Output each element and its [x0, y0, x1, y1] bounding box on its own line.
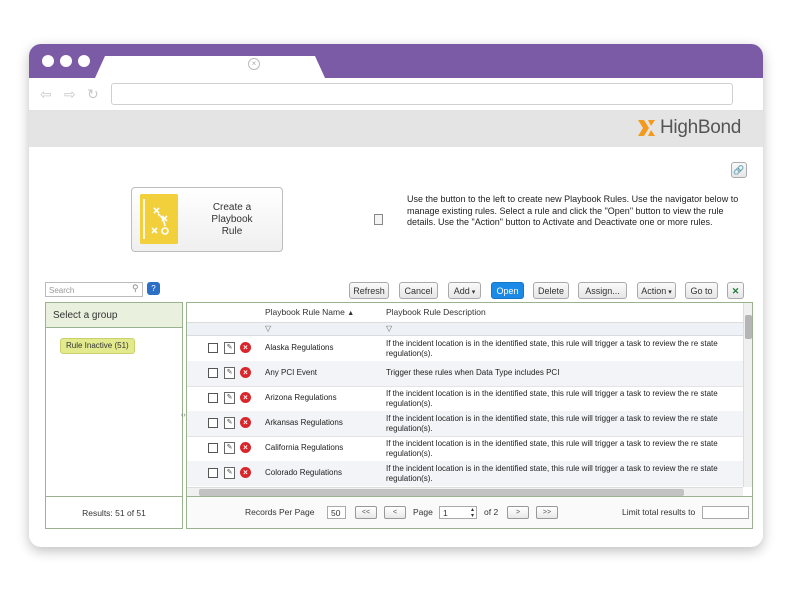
records-per-page-input[interactable]: 50 [327, 506, 346, 519]
sort-ascending-icon: ▲ [347, 310, 355, 317]
back-arrow-icon[interactable]: ⇦ [40, 86, 52, 103]
rule-description: If the incident location is in the ident… [386, 389, 718, 408]
edit-icon[interactable]: ✎ [224, 442, 235, 454]
limit-results-label: Limit total results to [622, 507, 696, 517]
browser-tab[interactable] [95, 56, 325, 78]
create-playbook-rule-button[interactable]: Create a Playbook Rule [131, 187, 283, 252]
delete-icon[interactable]: × [240, 442, 251, 453]
column-header-description[interactable]: Playbook Rule Description [386, 303, 486, 322]
row-checkbox[interactable] [208, 418, 218, 428]
rules-grid: Playbook Rule Name ▲ Playbook Rule Descr… [186, 302, 753, 529]
vertical-scroll-thumb[interactable] [745, 315, 752, 339]
rule-name: Arizona Regulations [265, 393, 337, 402]
refresh-button[interactable]: Refresh [349, 282, 389, 299]
row-checkbox[interactable] [208, 468, 218, 478]
row-checkbox[interactable] [208, 393, 218, 403]
goto-button[interactable]: Go to [685, 282, 718, 299]
rule-description: If the incident location is in the ident… [386, 439, 718, 458]
previous-page-button[interactable]: < [384, 506, 406, 519]
vertical-scrollbar[interactable] [743, 303, 752, 487]
page-count-label: of 2 [484, 507, 499, 517]
row-checkbox[interactable] [208, 368, 218, 378]
rule-name: Colorado Regulations [265, 468, 342, 477]
highbond-logo-icon [638, 120, 655, 136]
tab-close-icon[interactable]: × [248, 58, 260, 70]
page-description: Use the button to the left to create new… [407, 194, 739, 227]
delete-icon[interactable]: × [240, 417, 251, 428]
action-button[interactable]: Action ▾ [637, 282, 676, 299]
page-label: Page [413, 507, 433, 517]
next-page-button[interactable]: > [507, 506, 529, 519]
window-close-dot[interactable] [42, 55, 54, 67]
page-number-stepper[interactable]: 1 ▴ ▾ [439, 506, 477, 519]
rule-name: Alaska Regulations [265, 343, 334, 352]
grid-header: Playbook Rule Name ▲ Playbook Rule Descr… [187, 303, 743, 323]
link-icon[interactable]: 🔗 [731, 162, 747, 178]
edit-icon[interactable]: ✎ [224, 367, 235, 379]
filter-icon[interactable]: ▽ [265, 324, 271, 333]
delete-icon[interactable]: × [240, 367, 251, 378]
rule-name: California Regulations [265, 443, 344, 452]
cancel-button[interactable]: Cancel [399, 282, 438, 299]
first-page-button[interactable]: << [355, 506, 377, 519]
row-checkbox[interactable] [208, 443, 218, 453]
table-row[interactable]: ✎ × Alaska Regulations If the incident l… [187, 336, 743, 362]
table-row[interactable]: ✎ × Any PCI Event Trigger these rules wh… [187, 361, 743, 387]
delete-button[interactable]: Delete [533, 282, 569, 299]
rule-description: If the incident location is in the ident… [386, 339, 718, 358]
table-row[interactable]: ✎ × Arkansas Regulations If the incident… [187, 411, 743, 437]
search-icon[interactable]: ⚲ [132, 283, 139, 294]
delete-icon[interactable]: × [240, 467, 251, 478]
group-panel: Select a group Rule Inactive (51) Result… [45, 302, 183, 529]
edit-icon[interactable]: ✎ [224, 467, 235, 479]
row-checkbox[interactable] [208, 343, 218, 353]
table-row[interactable]: ✎ × Arizona Regulations If the incident … [187, 386, 743, 412]
edit-icon[interactable]: ✎ [224, 392, 235, 404]
grid-filter-row: ▽ ▽ [187, 323, 743, 336]
document-icon [374, 214, 383, 225]
edit-icon[interactable]: ✎ [224, 417, 235, 429]
chevron-down-icon: ▾ [471, 289, 476, 296]
address-bar: ⇦ ⇨ ↻ [29, 78, 763, 111]
table-row[interactable]: ✎ × Colorado Regulations If the incident… [187, 461, 743, 486]
group-results-count: Results: 51 of 51 [46, 496, 182, 529]
rule-name: Any PCI Event [265, 368, 318, 377]
create-label: Create a Playbook Rule [211, 202, 253, 237]
url-field[interactable] [111, 83, 733, 105]
last-page-button[interactable]: >> [536, 506, 558, 519]
rule-description: Trigger these rules when Data Type inclu… [386, 368, 560, 377]
filter-icon[interactable]: ▽ [386, 324, 392, 333]
add-button[interactable]: Add ▾ [448, 282, 481, 299]
browser-window: × ⇦ ⇨ ↻ HighBond 🔗 Create a Playbook Rul… [29, 44, 763, 547]
horizontal-scroll-thumb[interactable] [199, 489, 684, 496]
playbook-icon [140, 194, 178, 244]
chevron-down-icon: ▾ [668, 289, 672, 296]
group-item-rule-inactive[interactable]: Rule Inactive (51) [60, 338, 135, 354]
column-header-name[interactable]: Playbook Rule Name ▲ [265, 303, 354, 323]
delete-icon[interactable]: × [240, 392, 251, 403]
help-icon[interactable]: ? [147, 282, 160, 295]
window-minimize-dot[interactable] [60, 55, 72, 67]
assign-button[interactable]: Assign... [578, 282, 627, 299]
excel-export-icon[interactable]: ✕ [727, 282, 744, 299]
rule-description: If the incident location is in the ident… [386, 414, 718, 433]
delete-icon[interactable]: × [240, 342, 251, 353]
records-per-page-label: Records Per Page [245, 507, 315, 517]
edit-icon[interactable]: ✎ [224, 342, 235, 354]
reload-icon[interactable]: ↻ [87, 86, 99, 103]
window-maximize-dot[interactable] [78, 55, 90, 67]
grid-pager: Records Per Page 50 << < Page 1 ▴ ▾ of 2 … [187, 496, 752, 528]
title-bar: × [29, 44, 763, 78]
rule-name: Arkansas Regulations [265, 418, 343, 427]
search-input[interactable]: Search [45, 282, 143, 297]
table-row[interactable]: ✎ × California Regulations If the incide… [187, 436, 743, 462]
rule-description: If the incident location is in the ident… [386, 464, 718, 483]
limit-results-input[interactable] [702, 506, 749, 519]
stepper-arrows-icon[interactable]: ▴ ▾ [471, 507, 474, 519]
forward-arrow-icon[interactable]: ⇨ [64, 86, 76, 103]
group-panel-header: Select a group [46, 303, 182, 328]
brand-name: HighBond [660, 117, 742, 138]
open-button[interactable]: Open [491, 282, 524, 299]
